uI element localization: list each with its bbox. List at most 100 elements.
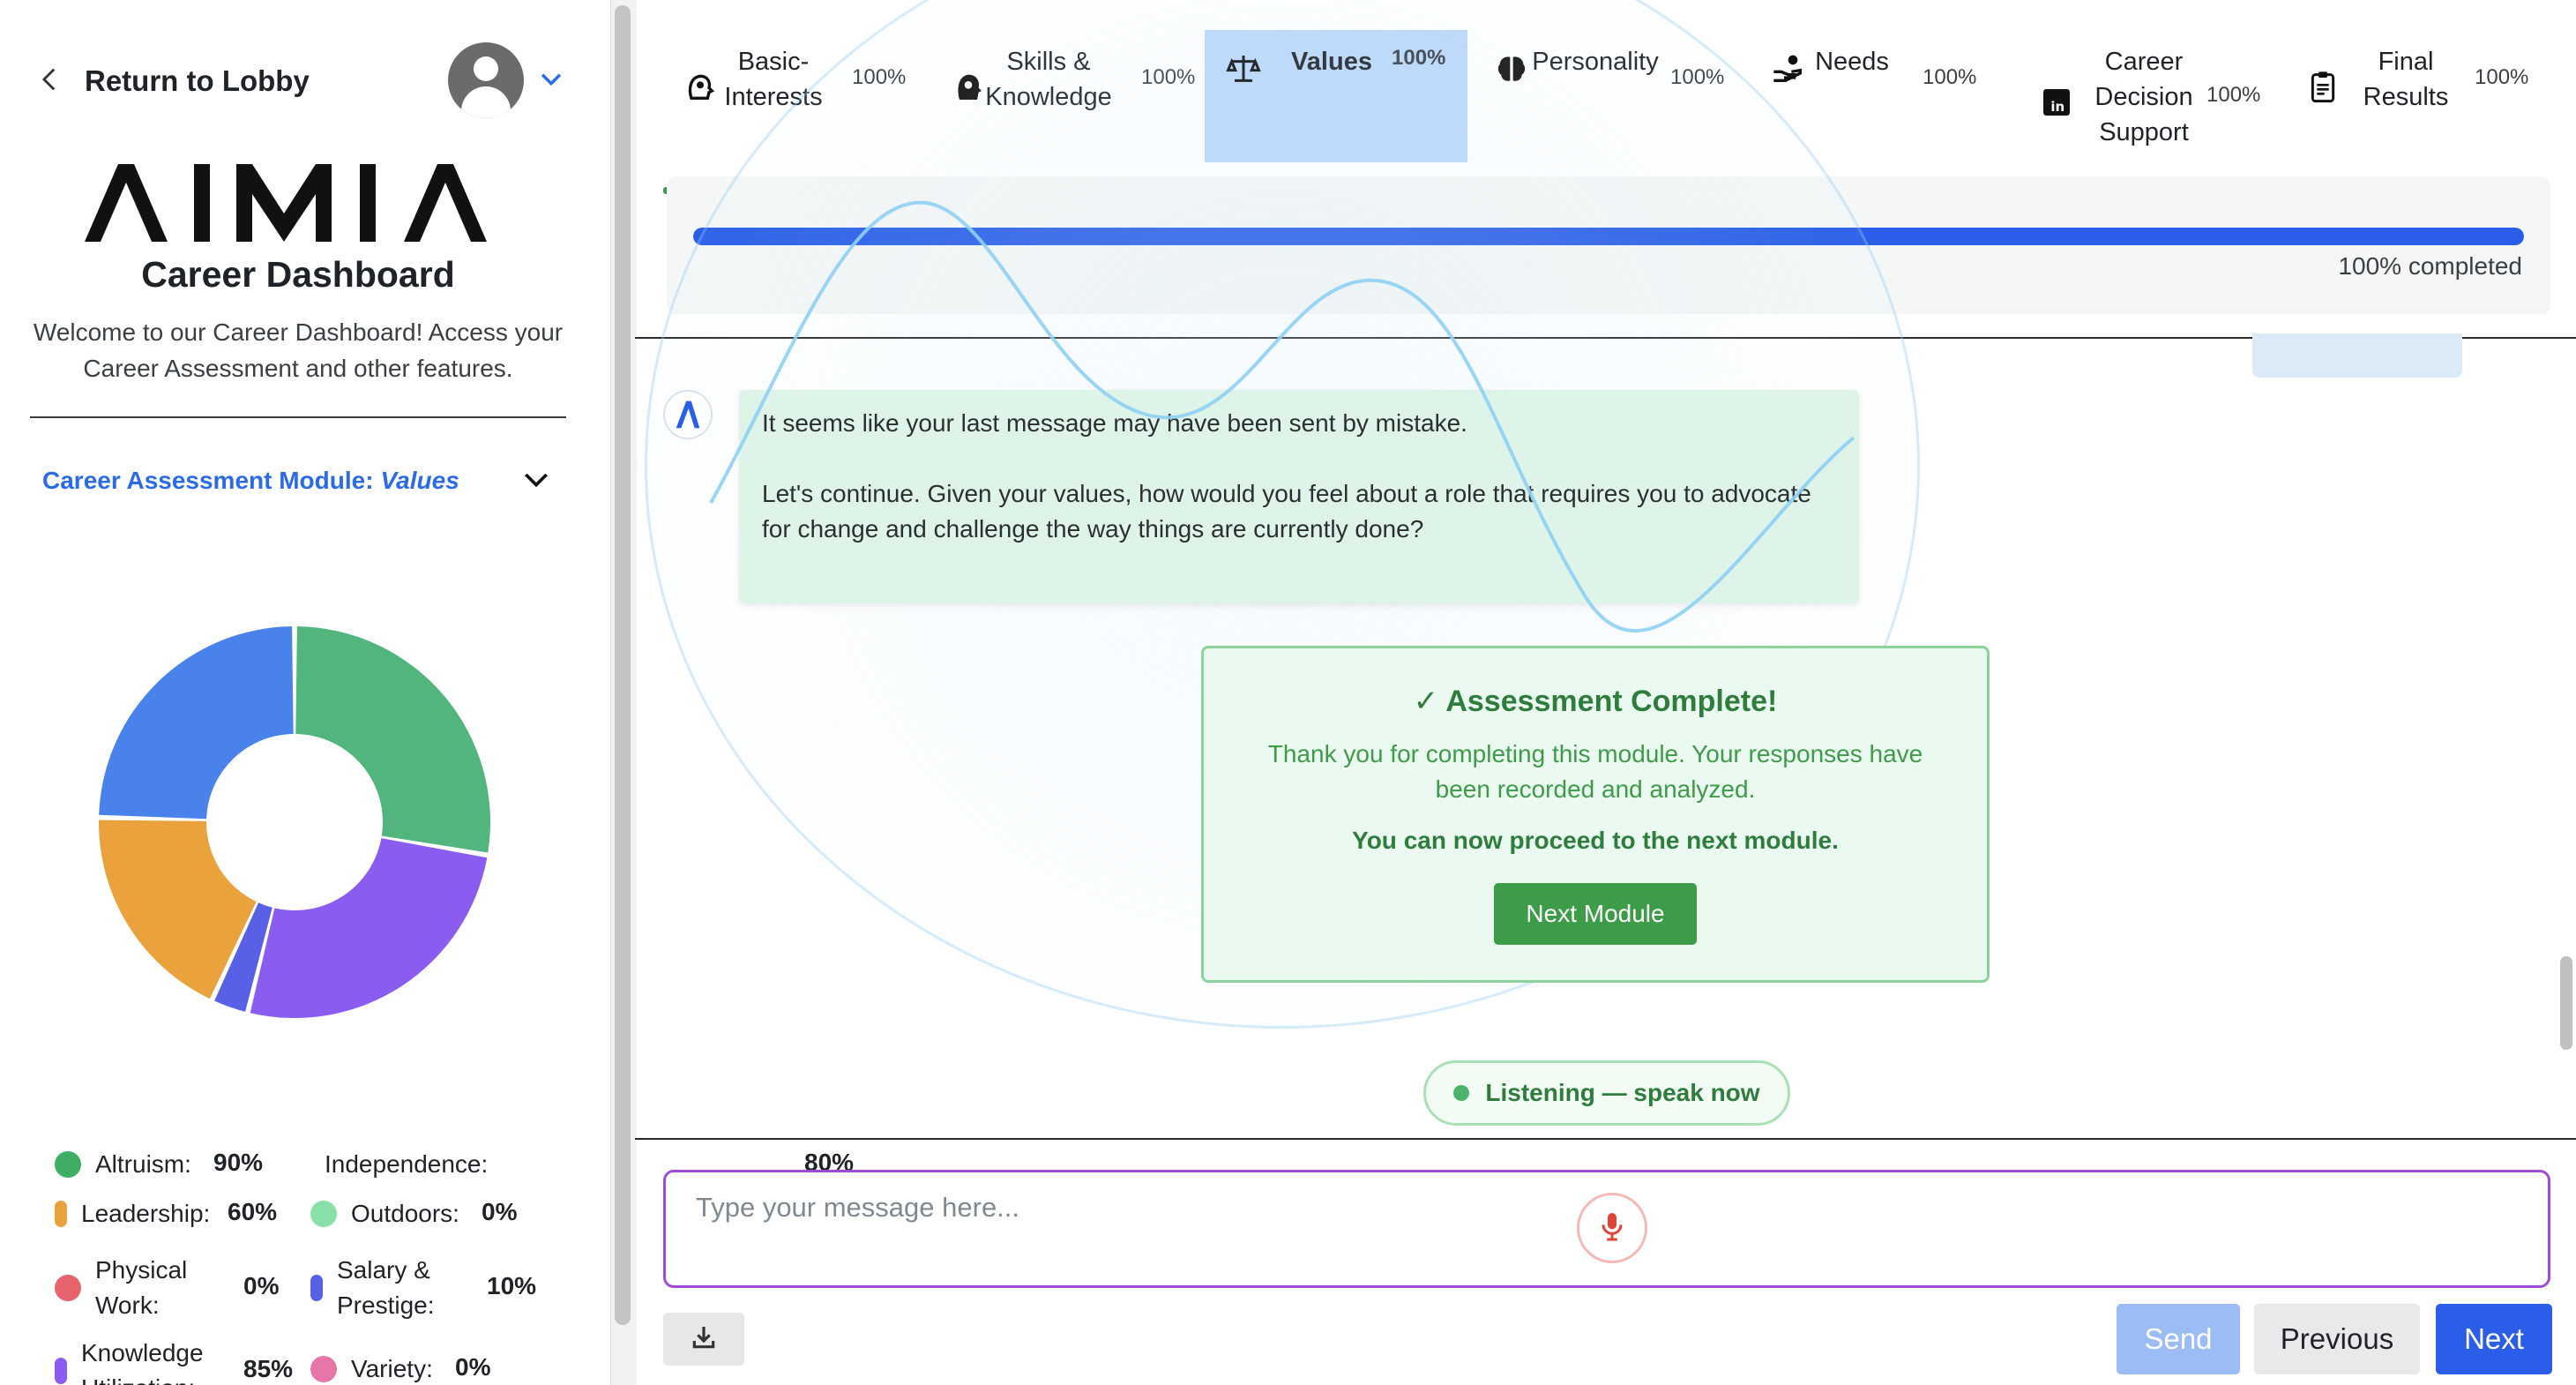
assistant-message: It seems like your last message may have…: [739, 390, 1859, 603]
tab-label: Support: [2099, 118, 2189, 146]
tab-label: Basic-: [737, 48, 810, 76]
tab-percent: 100%: [1392, 46, 1446, 70]
legend-percent: 0%: [455, 1353, 491, 1381]
legend-color-marker: [55, 1358, 67, 1384]
legend-label: Variety:: [351, 1355, 433, 1382]
legend-label: Altruism:: [95, 1150, 191, 1178]
legend-percent: 85%: [243, 1355, 294, 1382]
assessment-complete-title: ✓ Assessment Complete!: [1413, 685, 1778, 718]
tab-percent: 100%: [1141, 65, 1196, 89]
chat-scrollbar-thumb[interactable]: [2560, 956, 2572, 1050]
tab-skills-knowledge[interactable]: Skills & Knowledge 100%: [933, 30, 1198, 194]
tab-label: Knowledge: [985, 83, 1112, 111]
tab-needs[interactable]: Needs 100%: [1746, 30, 2011, 194]
return-to-lobby-label: Return to Lobby: [85, 64, 310, 97]
donut-slice-altruism: [295, 626, 490, 853]
legend-color-marker: [55, 1151, 81, 1178]
legend-item: Physical Work: 0%: [55, 1253, 279, 1323]
send-button[interactable]: Send: [2117, 1304, 2240, 1374]
legend-label: Leadership:: [81, 1200, 211, 1227]
tab-percent: 100%: [1923, 65, 1977, 89]
tab-personality[interactable]: Personality 100%: [1475, 30, 1739, 194]
tab-label: Interests: [724, 83, 823, 111]
assessment-complete-body: Thank you for completing this module. Yo…: [1267, 740, 1923, 803]
microphone-button[interactable]: [1577, 1193, 1647, 1263]
chevron-down-icon: [519, 461, 554, 501]
tab-career-decision-support[interactable]: in Career Decision Support 100%: [2016, 30, 2281, 194]
legend-color-marker: [55, 1275, 81, 1301]
divider: [30, 416, 566, 418]
return-to-lobby-link[interactable]: Return to Lobby: [35, 53, 310, 109]
tab-percent: 100%: [2475, 65, 2529, 89]
legend-label: Salary & Prestige:: [337, 1256, 435, 1319]
aimia-logo: [85, 164, 511, 246]
download-button[interactable]: [663, 1313, 744, 1366]
download-icon: [690, 1323, 718, 1356]
tab-label: Skills &: [1006, 48, 1091, 76]
user-message-bubble: [2252, 333, 2462, 378]
module-selector[interactable]: Career Assessment Module: Values: [42, 459, 554, 503]
legend-item: Independence: 80%: [310, 1147, 854, 1182]
legend-color-marker: [310, 1201, 337, 1227]
divider: [635, 1138, 2576, 1140]
tab-percent: 100%: [852, 65, 907, 89]
next-button[interactable]: Next: [2436, 1304, 2552, 1374]
microphone-icon: [1594, 1209, 1630, 1248]
next-module-button[interactable]: Next Module: [1494, 883, 1697, 945]
legend-color-marker: [310, 1356, 337, 1382]
donut-slice-knowledge-utilization: [250, 838, 488, 1018]
tab-label: Results: [2363, 83, 2449, 111]
dashboard-subtitle: Welcome to our Career Dashboard! Access …: [33, 318, 564, 382]
legend-label: Independence:: [325, 1150, 489, 1178]
listening-indicator: Listening — speak now: [1423, 1060, 1790, 1126]
tab-percent: 100%: [1670, 65, 1725, 89]
sidebar-scrollbar-thumb[interactable]: [615, 5, 631, 1325]
tab-label: Final: [2378, 48, 2434, 76]
tab-label: Personality: [1532, 48, 1659, 76]
svg-text:in: in: [2050, 99, 2065, 115]
legend-label: Knowledge Utilization:: [81, 1339, 204, 1385]
legend-color-marker: [310, 1275, 323, 1301]
tab-basic-interests[interactable]: Basic- Interests 100%: [663, 30, 928, 194]
chevron-left-icon: [35, 64, 65, 99]
tab-values[interactable]: Values 100%: [1205, 30, 1467, 194]
legend-percent: 0%: [482, 1198, 518, 1225]
progress-bar: [693, 228, 2524, 245]
legend-item: Salary & Prestige: 10%: [310, 1253, 536, 1323]
legend-color-marker: [55, 1201, 67, 1227]
legend-percent: 60%: [228, 1198, 278, 1225]
recording-dot-icon: [1453, 1085, 1470, 1101]
assessment-complete-card: ✓ Assessment Complete! Thank you for com…: [1201, 646, 1990, 983]
legend-item: Knowledge Utilization: 85%: [55, 1336, 293, 1385]
brain-icon: [1494, 51, 1529, 86]
tab-label: Decision: [2094, 83, 2193, 111]
avatar: [448, 42, 524, 118]
chevron-down-icon: [536, 64, 566, 98]
sidebar: Return to Lobby Career Dashboard Welcome…: [0, 0, 854, 1385]
legend-label: Outdoors:: [351, 1200, 459, 1227]
tab-percent: 100%: [2206, 83, 2261, 107]
user-menu[interactable]: [448, 42, 566, 118]
assistant-message-line-2: Let's continue. Given your values, how w…: [762, 480, 1811, 543]
legend-item: Leadership: 60%: [55, 1196, 277, 1232]
tab-final-results[interactable]: Final Results 100%: [2288, 30, 2550, 194]
module-value: Values: [380, 467, 459, 494]
module-label: Career Assessment Module:: [42, 467, 374, 494]
legend-item: Outdoors: 0%: [310, 1196, 517, 1232]
legend-percent: 10%: [487, 1272, 537, 1299]
assessment-complete-proceed: You can now proceed to the next module.: [1352, 827, 1839, 854]
tab-label: Career: [2104, 48, 2184, 76]
legend-label: Physical Work:: [95, 1256, 188, 1319]
legend-percent: 90%: [213, 1149, 264, 1176]
listening-label: Listening — speak now: [1485, 1079, 1760, 1106]
progress-card: 100% completed: [667, 176, 2550, 314]
hand-coin-icon: [1771, 51, 1806, 86]
progress-fill: [693, 228, 2524, 245]
previous-button[interactable]: Previous: [2254, 1304, 2420, 1374]
progress-text: 100% completed: [2338, 252, 2522, 280]
module-tabs: Basic- Interests 100% Skills & Knowledge 100%…: [663, 30, 2550, 194]
brain-head-icon: [683, 69, 718, 104]
legend-item: Variety: 0%: [310, 1351, 490, 1385]
clipboard-icon: [2305, 69, 2341, 104]
scales-icon: [1226, 51, 1261, 86]
